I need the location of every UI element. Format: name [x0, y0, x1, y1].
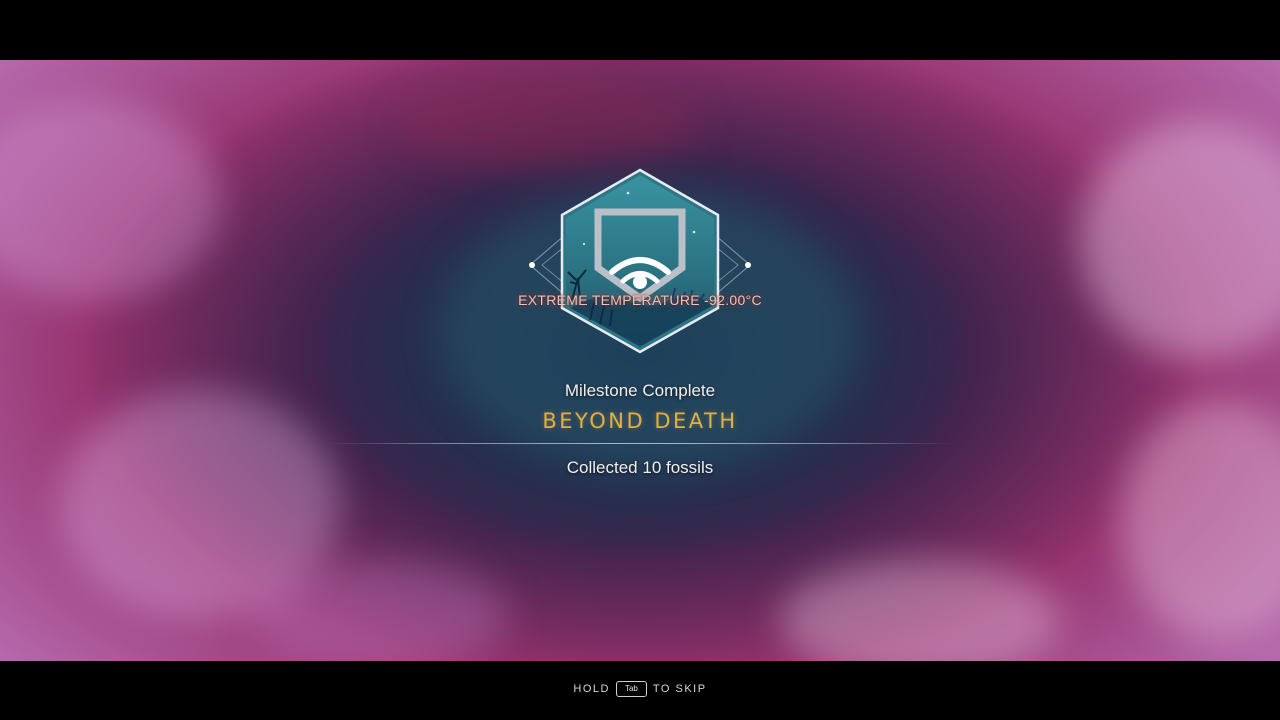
milestone-description: Collected 10 fossils [566, 458, 714, 477]
temperature-warning: EXTREME TEMPERATURE -92.00°C [518, 292, 762, 308]
milestone-title: BEYOND DEATH [542, 409, 738, 433]
shield-signal-badge-icon [529, 168, 751, 354]
skip-hold-label: HOLD [573, 683, 610, 695]
tab-key-button[interactable]: Tab [615, 681, 647, 697]
milestone-badge [520, 160, 760, 360]
divider [325, 443, 955, 444]
skip-prompt: HOLD Tab TO SKIP [0, 680, 1280, 698]
milestone-panel: EXTREME TEMPERATURE -92.00°C Milestone C… [0, 0, 1280, 720]
milestone-screen: EXTREME TEMPERATURE -92.00°C Milestone C… [0, 0, 1280, 720]
milestone-label: Milestone Complete [564, 381, 716, 400]
skip-to-skip-label: TO SKIP [652, 683, 707, 695]
